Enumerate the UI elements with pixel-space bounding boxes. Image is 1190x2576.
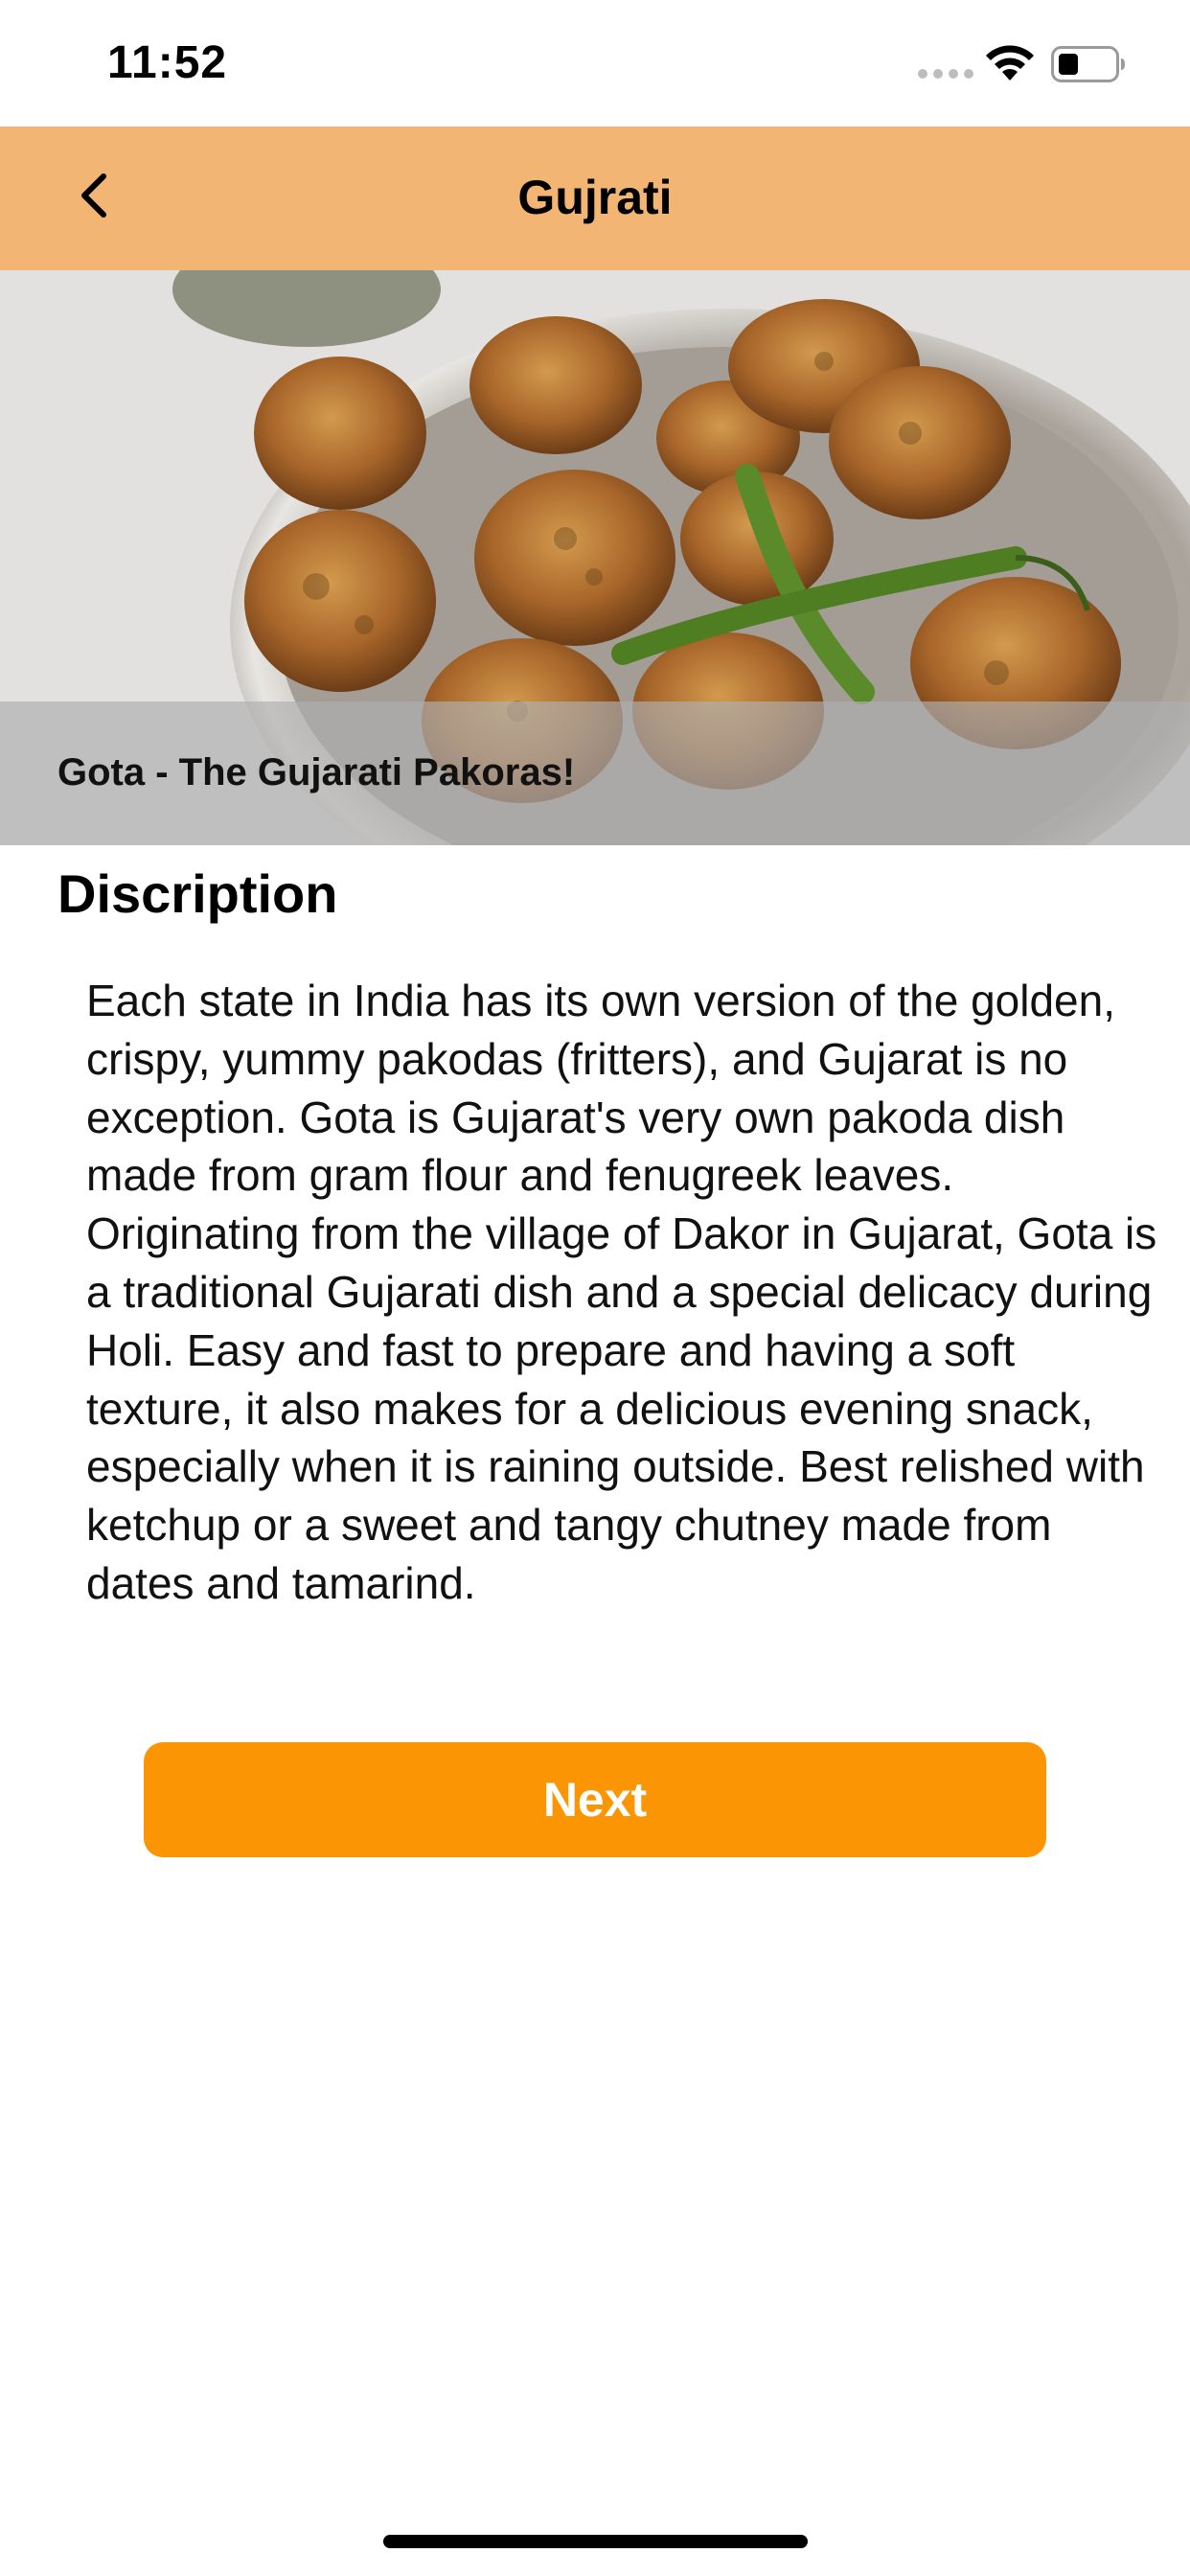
section-title: Discription [57, 863, 338, 924]
page-title: Gujrati [517, 171, 673, 224]
next-button[interactable]: Next [144, 1742, 1046, 1857]
signal-dots-icon [918, 69, 973, 79]
status-bar: 11:52 [0, 0, 1190, 126]
hero-caption-band: Gota - The Gujarati Pakoras! [0, 702, 1190, 845]
wifi-icon [986, 45, 1034, 80]
nav-bar: Gujrati [0, 126, 1190, 270]
battery-icon [1051, 46, 1125, 82]
description-text: Each state in India has its own version … [86, 976, 1157, 1608]
status-time: 11:52 [107, 37, 228, 88]
dish-caption: Gota - The Gujarati Pakoras! [57, 751, 576, 794]
dish-image: Gota - The Gujarati Pakoras! [0, 270, 1190, 845]
home-indicator[interactable] [383, 2535, 808, 2548]
